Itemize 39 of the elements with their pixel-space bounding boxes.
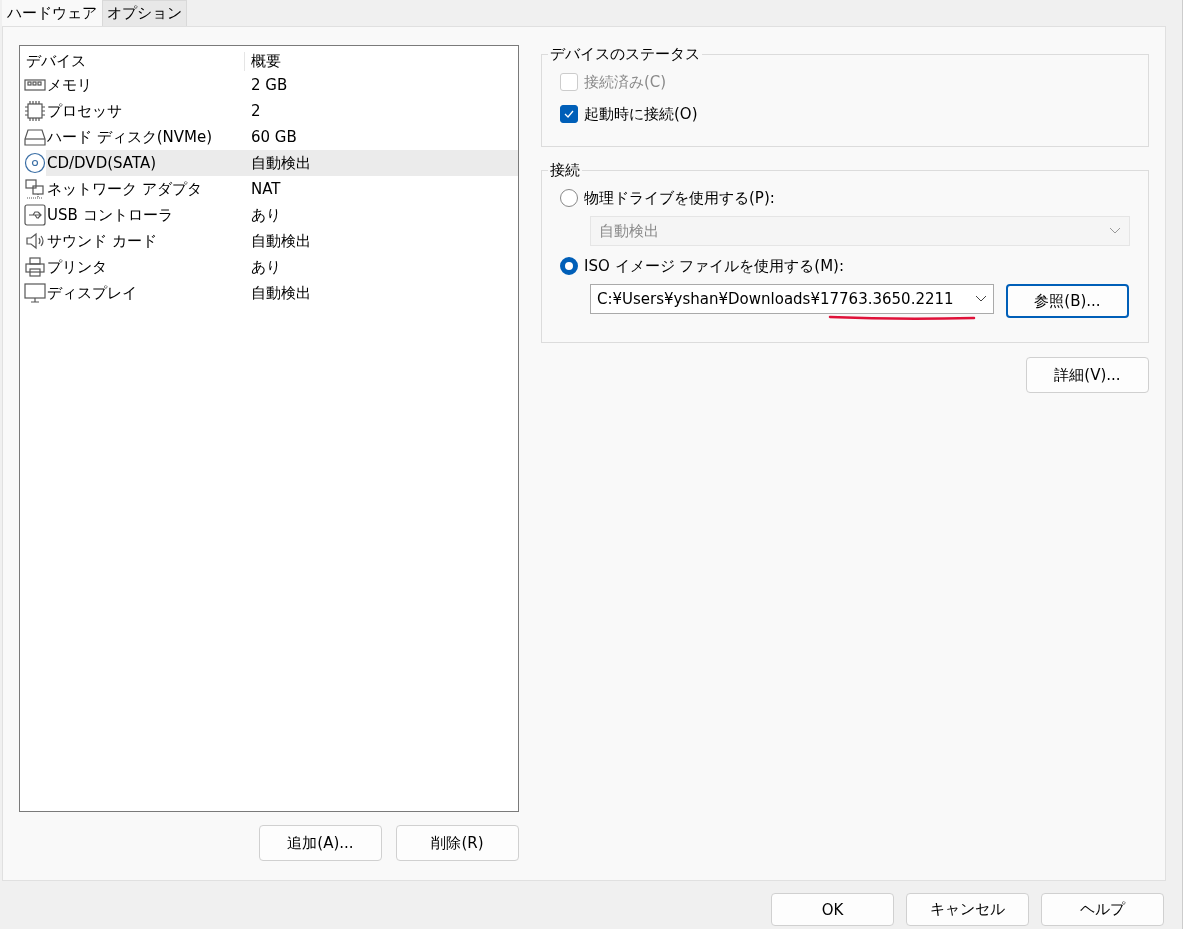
device-row[interactable]: ディスプレイ 自動検出 xyxy=(46,280,518,306)
device-row[interactable]: プロセッサ 2 xyxy=(46,98,518,124)
device-row[interactable]: CD/DVD(SATA) 自動検出 xyxy=(46,150,518,176)
device-row[interactable]: ハード ディスク(NVMe) 60 GB xyxy=(46,124,518,150)
tab[interactable]: ハードウェア xyxy=(2,0,102,26)
caret-icon xyxy=(975,295,987,303)
list-button[interactable]: 削除(R) xyxy=(396,825,519,861)
chip-icon xyxy=(24,100,46,122)
radio-button[interactable] xyxy=(560,257,578,275)
monitor-icon xyxy=(24,282,46,304)
device-row[interactable]: サウンド カード 自動検出 xyxy=(46,228,518,254)
checkbox[interactable] xyxy=(560,105,578,123)
list-button[interactable]: 追加(A)... xyxy=(259,825,382,861)
advanced-button[interactable]: 詳細(V)... xyxy=(1026,357,1149,393)
device-row[interactable]: メモリ 2 GB xyxy=(46,72,518,98)
checkbox-label: 起動時に接続(O) xyxy=(584,104,698,124)
caret-icon xyxy=(1109,227,1121,235)
checkmark-icon xyxy=(563,108,575,120)
browse-button[interactable]: 参照(B)... xyxy=(1006,284,1129,318)
usb-icon xyxy=(24,204,46,226)
group-title: 接続 xyxy=(549,161,581,180)
speaker-icon xyxy=(24,230,46,252)
group-title: デバイスのステータス xyxy=(549,45,701,64)
device-row[interactable]: ネットワーク アダプタ NAT xyxy=(46,176,518,202)
device-row[interactable]: USB コントローラ あり xyxy=(46,202,518,228)
dialog-button[interactable]: OK xyxy=(771,893,894,926)
dialog-button[interactable]: ヘルプ xyxy=(1041,893,1164,926)
radio-label: 物理ドライブを使用する(P): xyxy=(584,188,775,208)
dialog-button[interactable]: キャンセル xyxy=(906,893,1029,926)
column-header[interactable]: デバイス xyxy=(26,51,245,71)
radio-label: ISO イメージ ファイルを使用する(M): xyxy=(584,256,844,276)
printer-icon xyxy=(24,256,46,278)
disc-icon xyxy=(24,152,46,174)
iso-path-dropdown[interactable]: C:¥Users¥yshan¥Downloads¥17763.3650.2211 xyxy=(590,284,994,314)
checkbox-label: 接続済み(C) xyxy=(584,72,667,92)
device-row[interactable]: プリンタ あり xyxy=(46,254,518,280)
network-icon xyxy=(24,178,46,200)
tab[interactable]: オプション xyxy=(102,0,187,26)
column-header[interactable]: 概要 xyxy=(245,51,281,71)
